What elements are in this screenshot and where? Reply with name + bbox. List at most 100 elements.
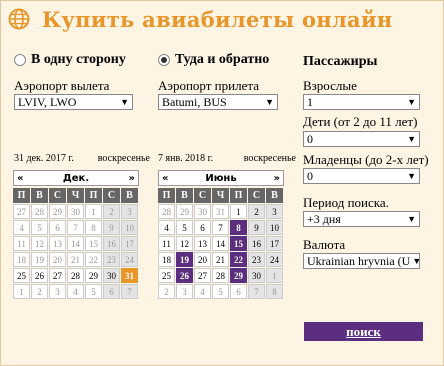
calendar-day[interactable]: 28 [212,268,229,283]
calendar-day[interactable]: 11 [158,236,175,251]
calendar-day[interactable]: 24 [121,252,138,267]
adults-select[interactable]: 1 ▼ [303,94,420,110]
calendar-day[interactable]: 29 [49,204,66,219]
calendar-day[interactable]: 8 [266,284,283,299]
calendar-day[interactable]: 5 [31,220,48,235]
calendar-day[interactable]: 28 [31,204,48,219]
calendar-day[interactable]: 15 [85,236,102,251]
one-way-option[interactable]: В одну сторону [14,52,126,68]
calendar-day[interactable]: 31 [121,268,138,283]
calendar-day[interactable]: 30 [103,268,120,283]
calendar-day[interactable]: 3 [121,204,138,219]
calendar-day[interactable]: 22 [85,252,102,267]
calendar-day[interactable]: 3 [176,284,193,299]
calendar-day[interactable]: 9 [103,220,120,235]
calendar-day[interactable]: 8 [230,220,247,235]
calendar-day[interactable]: 4 [194,284,211,299]
calendar-day[interactable]: 28 [158,204,175,219]
round-trip-option[interactable]: Туда и обратно [158,52,269,68]
calendar-day[interactable]: 30 [248,268,265,283]
calendar-day[interactable]: 2 [158,284,175,299]
calendar-day[interactable]: 11 [13,236,30,251]
calendar-day[interactable]: 2 [31,284,48,299]
departure-select[interactable]: LVIV, LWO ▼ [14,94,133,110]
calendar-day[interactable]: 6 [230,284,247,299]
calendar-day[interactable]: 6 [103,284,120,299]
calendar-day[interactable]: 1 [13,284,30,299]
next-month-button[interactable]: » [274,173,280,184]
calendar-day[interactable]: 30 [194,204,211,219]
calendar-day[interactable]: 21 [212,252,229,267]
calendar-day[interactable]: 8 [85,220,102,235]
calendar-day[interactable]: 5 [176,220,193,235]
calendar-day[interactable]: 4 [158,220,175,235]
calendar-day[interactable]: 18 [13,252,30,267]
arrival-select[interactable]: Batumi, BUS ▼ [158,94,278,110]
calendar-day[interactable]: 17 [121,236,138,251]
calendar-day[interactable]: 15 [230,236,247,251]
one-way-radio[interactable] [14,54,26,66]
calendar-day[interactable]: 23 [103,252,120,267]
calendar-day[interactable]: 20 [49,252,66,267]
calendar-day[interactable]: 25 [13,268,30,283]
calendar-day[interactable]: 27 [49,268,66,283]
period-select[interactable]: +3 дня ▼ [303,211,420,227]
calendar-day[interactable]: 12 [176,236,193,251]
calendar-day[interactable]: 9 [248,220,265,235]
round-trip-radio[interactable] [158,54,170,66]
calendar-day[interactable]: 31 [212,204,229,219]
calendar-day[interactable]: 5 [85,284,102,299]
calendar-day[interactable]: 26 [176,268,193,283]
calendar-day[interactable]: 10 [266,220,283,235]
calendar-day[interactable]: 24 [266,252,283,267]
calendar-day[interactable]: 4 [13,220,30,235]
prev-month-button[interactable]: « [17,173,23,184]
calendar-day[interactable]: 18 [158,252,175,267]
calendar-day[interactable]: 5 [212,284,229,299]
calendar-day[interactable]: 27 [13,204,30,219]
calendar-day[interactable]: 21 [67,252,84,267]
calendar-day[interactable]: 27 [194,268,211,283]
calendar-day[interactable]: 30 [67,204,84,219]
calendar-day[interactable]: 16 [103,236,120,251]
calendar-day[interactable]: 1 [85,204,102,219]
calendar-day[interactable]: 26 [31,268,48,283]
calendar-day[interactable]: 16 [248,236,265,251]
calendar-day[interactable]: 28 [67,268,84,283]
calendar-day[interactable]: 23 [248,252,265,267]
calendar-day[interactable]: 13 [49,236,66,251]
calendar-day[interactable]: 19 [31,252,48,267]
calendar-day[interactable]: 6 [194,220,211,235]
calendar-day[interactable]: 3 [266,204,283,219]
calendar-day[interactable]: 17 [266,236,283,251]
calendar-day[interactable]: 12 [31,236,48,251]
calendar-day[interactable]: 29 [85,268,102,283]
calendar-day[interactable]: 3 [49,284,66,299]
calendar-day[interactable]: 10 [121,220,138,235]
calendar-day[interactable]: 7 [121,284,138,299]
prev-month-button[interactable]: « [162,173,168,184]
calendar-day[interactable]: 1 [266,268,283,283]
calendar-day[interactable]: 4 [67,284,84,299]
calendar-day[interactable]: 2 [103,204,120,219]
calendar-day[interactable]: 22 [230,252,247,267]
calendar-day[interactable]: 29 [176,204,193,219]
calendar-day[interactable]: 29 [230,268,247,283]
search-button[interactable]: поиск [304,322,423,341]
calendar-day[interactable]: 14 [67,236,84,251]
calendar-day[interactable]: 19 [176,252,193,267]
calendar-day[interactable]: 2 [248,204,265,219]
calendar-day[interactable]: 1 [230,204,247,219]
next-month-button[interactable]: » [129,173,135,184]
infants-select[interactable]: 0 ▼ [303,168,420,184]
calendar-day[interactable]: 13 [194,236,211,251]
calendar-day[interactable]: 7 [67,220,84,235]
currency-select[interactable]: Ukrainian hryvnia (U ▼ [303,253,420,269]
calendar-day[interactable]: 6 [49,220,66,235]
calendar-day[interactable]: 20 [194,252,211,267]
calendar-day[interactable]: 7 [248,284,265,299]
calendar-day[interactable]: 7 [212,220,229,235]
calendar-day[interactable]: 25 [158,268,175,283]
calendar-day[interactable]: 14 [212,236,229,251]
children-select[interactable]: 0 ▼ [303,131,420,147]
